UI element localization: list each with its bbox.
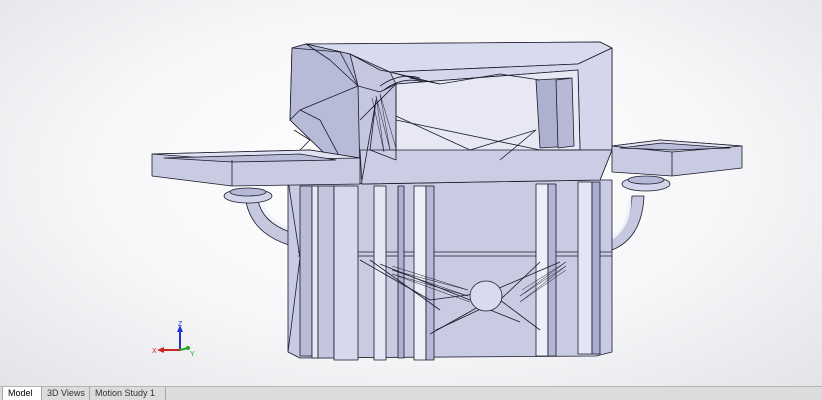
tab-model[interactable]: Model [2,387,42,400]
model-3d-view[interactable] [0,0,822,386]
tab-motion-study-1[interactable]: Motion Study 1 [90,387,166,400]
z-axis-label: Z [178,321,183,328]
graphics-viewport[interactable]: Z X Y [0,0,822,386]
bottom-tab-bar: Model 3D Views Motion Study 1 [0,386,822,400]
reference-triad: Z X Y [152,321,195,358]
tab-3d-views[interactable]: 3D Views [42,387,90,400]
x-axis-label: X [152,348,157,355]
center-circle [469,280,503,312]
y-axis-label: Y [190,351,195,358]
